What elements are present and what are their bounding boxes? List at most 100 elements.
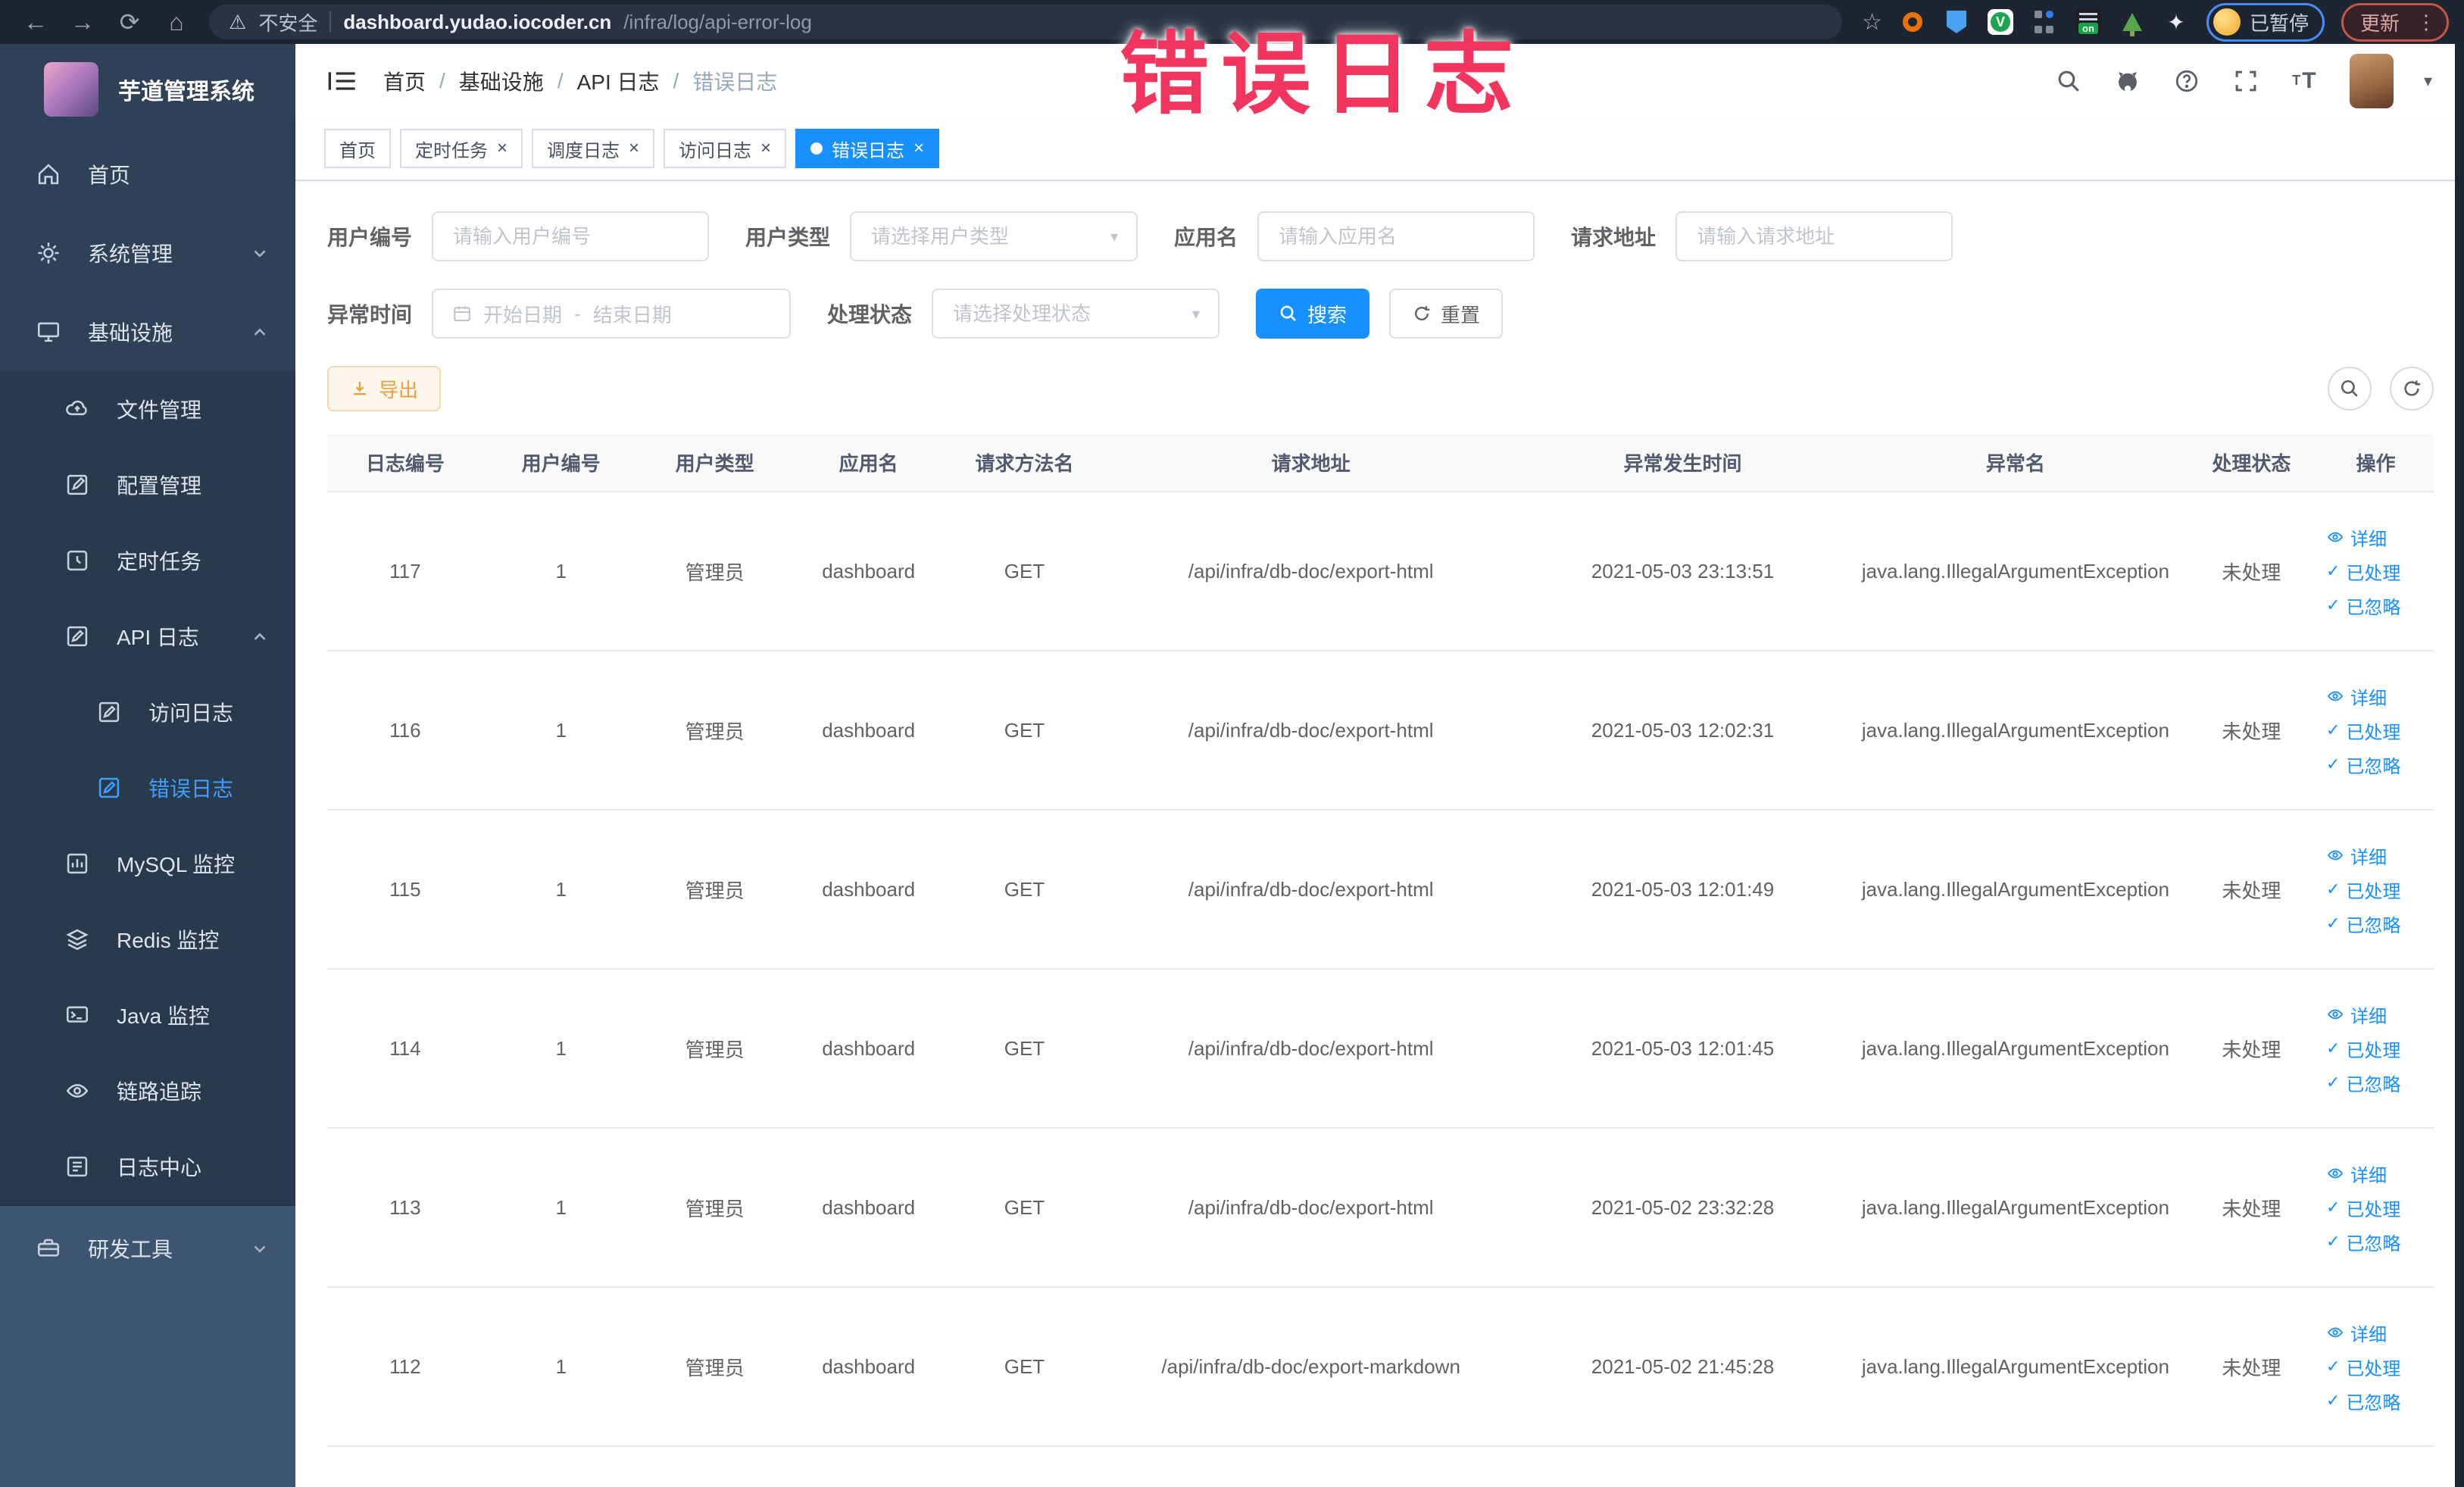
tab-close-icon[interactable]: × [629, 139, 639, 158]
extension-tree-icon[interactable] [2119, 8, 2146, 36]
request-url-input[interactable] [1695, 223, 1934, 249]
font-size-icon[interactable]: TT [2291, 67, 2319, 95]
sidebar-item-dev-tools[interactable]: 研发工具 [0, 1206, 295, 1291]
mark-ignored-link[interactable]: ✓ 已忽略 [2326, 1388, 2400, 1414]
col-status: 处理状态 [2184, 434, 2318, 492]
detail-link[interactable]: 详细 [2326, 1320, 2387, 1346]
breadcrumb: 首页 / 基础设施 / API 日志 / 错误日志 [383, 66, 777, 96]
process-status-select[interactable]: ▾ [932, 289, 1220, 339]
breadcrumb-api-log[interactable]: API 日志 [577, 66, 660, 96]
mark-ignored-link[interactable]: ✓ 已忽略 [2326, 592, 2400, 619]
search-icon[interactable] [2054, 67, 2083, 95]
extension-shield-icon[interactable] [1943, 8, 1970, 36]
check-icon: ✓ [2325, 1073, 2341, 1092]
tab-access-log[interactable]: 访问日志 × [664, 129, 787, 168]
tab-job-log[interactable]: 调度日志 × [532, 129, 655, 168]
sidebar-item-api-log[interactable]: API 日志 [0, 598, 295, 674]
user-menu-caret-icon[interactable]: ▾ [2424, 71, 2432, 91]
toggle-search-button[interactable] [2328, 367, 2372, 411]
mark-processed-link[interactable]: ✓ 已处理 [2326, 1354, 2400, 1380]
process-status-select-input[interactable] [951, 301, 1183, 326]
mark-ignored-link[interactable]: ✓ 已忽略 [2326, 911, 2400, 937]
red-annotation-text: 错误日志 [1120, 25, 1526, 125]
page-scrollbar[interactable] [2455, 44, 2464, 1487]
mark-processed-link[interactable]: ✓ 已处理 [2326, 1036, 2400, 1062]
breadcrumb-home[interactable]: 首页 [383, 66, 426, 96]
bookmark-star-icon[interactable]: ☆ [1862, 9, 1882, 36]
browser-menu-kebab-icon[interactable]: ⋮ [2412, 11, 2441, 34]
profile-paused-badge[interactable]: 已暂停 [2206, 2, 2325, 42]
tab-close-icon[interactable]: × [497, 139, 507, 158]
sidebar-item-trace[interactable]: 链路追踪 [0, 1053, 295, 1129]
extension-orange-icon[interactable] [1899, 8, 1926, 36]
detail-link[interactable]: 详细 [2326, 683, 2387, 710]
mark-processed-link[interactable]: ✓ 已处理 [2326, 558, 2400, 585]
col-exception-time: 异常发生时间 [1519, 434, 1847, 492]
detail-link[interactable]: 详细 [2326, 524, 2387, 551]
extension-vue-icon[interactable]: V [1987, 8, 2014, 36]
detail-link[interactable]: 详细 [2326, 1001, 2387, 1028]
browser-update-button[interactable]: 更新 ⋮ [2341, 2, 2449, 42]
mark-ignored-link[interactable]: ✓ 已忽略 [2326, 1070, 2400, 1096]
sidebar-toggle-icon[interactable] [327, 68, 358, 94]
help-icon[interactable] [2172, 67, 2201, 95]
sidebar-item-java-monitor[interactable]: Java 监控 [0, 977, 295, 1053]
detail-link[interactable]: 详细 [2326, 1161, 2387, 1187]
col-actions: 操作 [2317, 434, 2434, 492]
eye-icon [2327, 1009, 2344, 1020]
check-icon: ✓ [2325, 595, 2341, 614]
mark-processed-link[interactable]: ✓ 已处理 [2326, 1195, 2400, 1221]
address-bar[interactable]: ⚠ 不安全 dashboard.yudao.iocoder.cn/infra/l… [209, 5, 1843, 39]
sidebar-item-error-log[interactable]: 错误日志 [0, 750, 295, 826]
fullscreen-icon[interactable] [2231, 67, 2260, 95]
date-end-placeholder: 结束日期 [592, 303, 672, 326]
user-id-input[interactable] [451, 223, 690, 249]
log-edit-icon [95, 774, 123, 801]
app-logo-row[interactable]: 芋道管理系统 [0, 44, 295, 135]
mark-ignored-link[interactable]: ✓ 已忽略 [2326, 751, 2400, 778]
mark-processed-link[interactable]: ✓ 已处理 [2326, 717, 2400, 744]
tab-home[interactable]: 首页 [324, 129, 391, 168]
sidebar-item-infra[interactable]: 基础设施 [0, 292, 295, 371]
chevron-down-icon [254, 1245, 266, 1253]
extensions-puzzle-icon[interactable]: ✦ [2163, 8, 2190, 36]
app-name-input[interactable] [1277, 223, 1516, 249]
tab-close-icon[interactable]: × [913, 139, 924, 158]
browser-reload-icon[interactable]: ⟳ [109, 5, 150, 39]
export-button[interactable]: 导出 [327, 366, 442, 411]
mark-ignored-link[interactable]: ✓ 已忽略 [2326, 1229, 2400, 1255]
tab-close-icon[interactable]: × [760, 139, 771, 158]
sidebar-item-home[interactable]: 首页 [0, 135, 295, 214]
sidebar-item-mysql-monitor[interactable]: MySQL 监控 [0, 826, 295, 901]
user-type-select[interactable]: ▾ [850, 211, 1138, 261]
tab-job[interactable]: 定时任务 × [400, 129, 523, 168]
detail-link[interactable]: 详细 [2326, 842, 2387, 869]
chart-icon [64, 850, 91, 877]
filter-app-name: 应用名 [1174, 211, 1535, 261]
sidebar-item-log-center[interactable]: 日志中心 [0, 1129, 295, 1204]
date-range-picker[interactable]: 开始日期 - 结束日期 [432, 289, 792, 339]
sidebar-item-access-log[interactable]: 访问日志 [0, 674, 295, 750]
extension-grid-icon[interactable] [2031, 8, 2058, 36]
sidebar-item-redis-monitor[interactable]: Redis 监控 [0, 901, 295, 977]
log-edit-icon [95, 698, 123, 726]
browser-back-icon[interactable]: ← [15, 5, 56, 39]
extension-on-switch-icon[interactable]: on [2075, 8, 2102, 36]
table-toolbar: 导出 [327, 366, 2434, 411]
refresh-table-button[interactable] [2390, 367, 2434, 411]
user-type-select-input[interactable] [870, 223, 1101, 249]
user-avatar[interactable] [2349, 53, 2394, 108]
sidebar-item-scheduled-job[interactable]: 定时任务 [0, 523, 295, 598]
mark-processed-link[interactable]: ✓ 已处理 [2326, 876, 2400, 903]
breadcrumb-infra[interactable]: 基础设施 [459, 66, 544, 96]
sidebar-item-system[interactable]: 系统管理 [0, 214, 295, 292]
browser-forward-icon[interactable]: → [62, 5, 103, 39]
search-button[interactable]: 搜索 [1256, 289, 1370, 339]
sidebar-item-config-manage[interactable]: 配置管理 [0, 447, 295, 523]
sidebar-item-file-manage[interactable]: 文件管理 [0, 371, 295, 447]
reset-button[interactable]: 重置 [1389, 289, 1504, 339]
github-icon[interactable] [2113, 67, 2142, 95]
browser-home-icon[interactable]: ⌂ [156, 5, 197, 39]
filter-user-id: 用户编号 [327, 211, 710, 261]
tab-error-log[interactable]: 错误日志 × [795, 129, 940, 168]
